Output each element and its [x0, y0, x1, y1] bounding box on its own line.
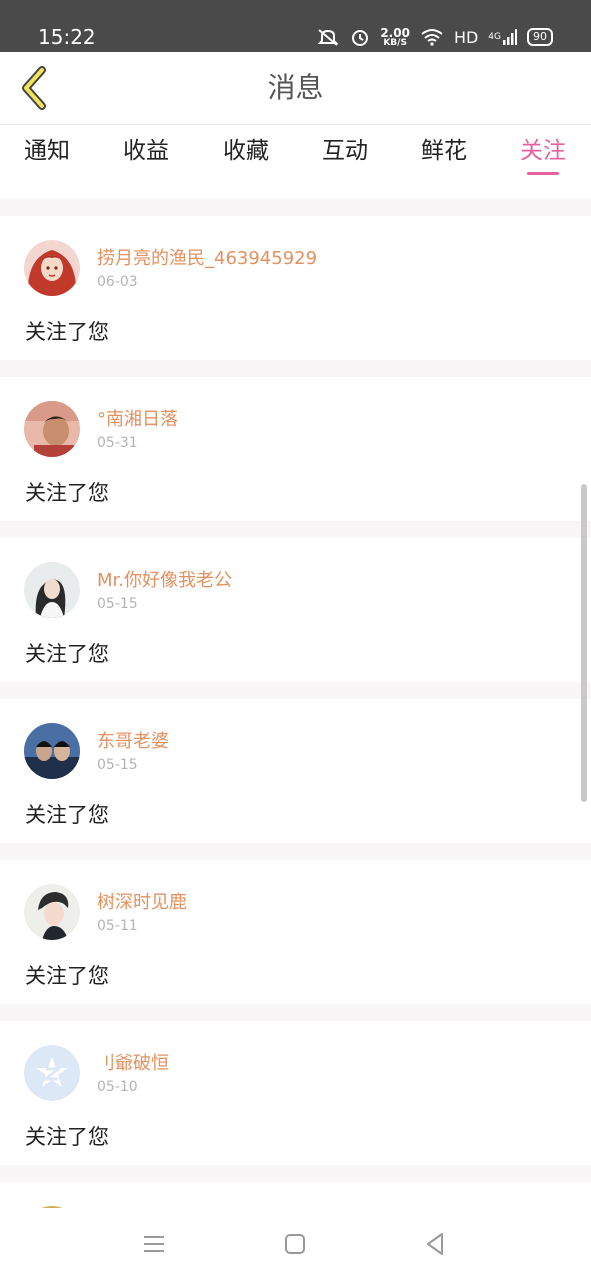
username[interactable]: 树深时见鹿: [97, 888, 187, 914]
wifi-icon: [420, 24, 444, 50]
message-text: 关注了您: [25, 964, 109, 988]
message-text: 关注了您: [25, 642, 109, 666]
mute-icon: [316, 24, 340, 50]
avatar[interactable]: [24, 884, 80, 940]
tab-label: 收益: [123, 138, 169, 164]
title-bar: 消息: [0, 52, 591, 125]
tab-label: 互动: [322, 138, 368, 164]
date: 05-11: [97, 918, 138, 934]
status-time: 15:22: [38, 25, 96, 49]
signal-icon: 4G: [488, 24, 517, 50]
username[interactable]: Mr.你好像我老公: [97, 566, 232, 592]
list-item[interactable]: 刂爺破恒 05-10 关注了您: [0, 1021, 591, 1165]
scrollbar[interactable]: [581, 484, 587, 802]
tab-flowers[interactable]: 鲜花: [404, 125, 484, 177]
date: 06-03: [97, 274, 138, 290]
avatar[interactable]: [24, 240, 80, 296]
list-item[interactable]: °南湘日落 05-31 关注了您: [0, 377, 591, 521]
tab-interactions[interactable]: 互动: [305, 125, 385, 177]
username[interactable]: 刂爺破恒: [97, 1049, 169, 1075]
date: 05-15: [97, 596, 138, 612]
message-text: 关注了您: [25, 1125, 109, 1149]
tab-favorites[interactable]: 收藏: [206, 125, 286, 177]
menu-icon[interactable]: [136, 1226, 172, 1262]
username[interactable]: 东哥老婆: [97, 727, 169, 753]
default-avatar-icon[interactable]: [24, 1045, 80, 1101]
status-icons: 2.00 KB/S HD 4G 90: [316, 24, 553, 50]
list-item[interactable]: 捞月亮的渔民_463945929 06-03 关注了您: [0, 216, 591, 360]
tab-bar: 通知 收益 收藏 互动 鲜花 关注: [0, 125, 591, 191]
tab-notifications[interactable]: 通知: [7, 125, 87, 177]
date: 05-10: [97, 1079, 138, 1095]
battery-icon: 90: [527, 24, 553, 50]
username[interactable]: 捞月亮的渔民_463945929: [97, 244, 317, 270]
tab-following[interactable]: 关注: [503, 125, 583, 177]
tab-label: 通知: [24, 138, 70, 164]
home-square-icon[interactable]: [277, 1226, 313, 1262]
tab-label: 鲜花: [421, 138, 467, 164]
list-item[interactable]: [0, 1182, 591, 1208]
message-text: 关注了您: [25, 320, 109, 344]
alarm-icon: [350, 24, 370, 50]
list-item[interactable]: 东哥老婆 05-15 关注了您: [0, 699, 591, 843]
message-text: 关注了您: [25, 803, 109, 827]
date: 05-31: [97, 435, 138, 451]
system-nav-bar: [0, 1208, 591, 1280]
username[interactable]: °南湘日落: [97, 405, 178, 431]
status-bar: 15:22 2.00 KB/S HD 4G 90: [0, 0, 591, 52]
net-speed: 2.00 KB/S: [380, 25, 410, 48]
notification-list[interactable]: 捞月亮的渔民_463945929 06-03 关注了您 °南湘日落 05-31 …: [0, 198, 591, 1208]
avatar[interactable]: [24, 401, 80, 457]
tab-label: 关注: [520, 138, 566, 164]
avatar[interactable]: [24, 723, 80, 779]
active-tab-indicator: [527, 172, 559, 175]
tab-label: 收藏: [223, 138, 269, 164]
avatar[interactable]: [24, 562, 80, 618]
tab-earnings[interactable]: 收益: [106, 125, 186, 177]
page-title: 消息: [267, 71, 324, 104]
list-item[interactable]: 树深时见鹿 05-11 关注了您: [0, 860, 591, 1004]
hd-label: HD: [453, 27, 479, 47]
date: 05-15: [97, 757, 138, 773]
back-triangle-icon[interactable]: [417, 1226, 453, 1262]
message-text: 关注了您: [25, 481, 109, 505]
list-item[interactable]: Mr.你好像我老公 05-15 关注了您: [0, 538, 591, 682]
